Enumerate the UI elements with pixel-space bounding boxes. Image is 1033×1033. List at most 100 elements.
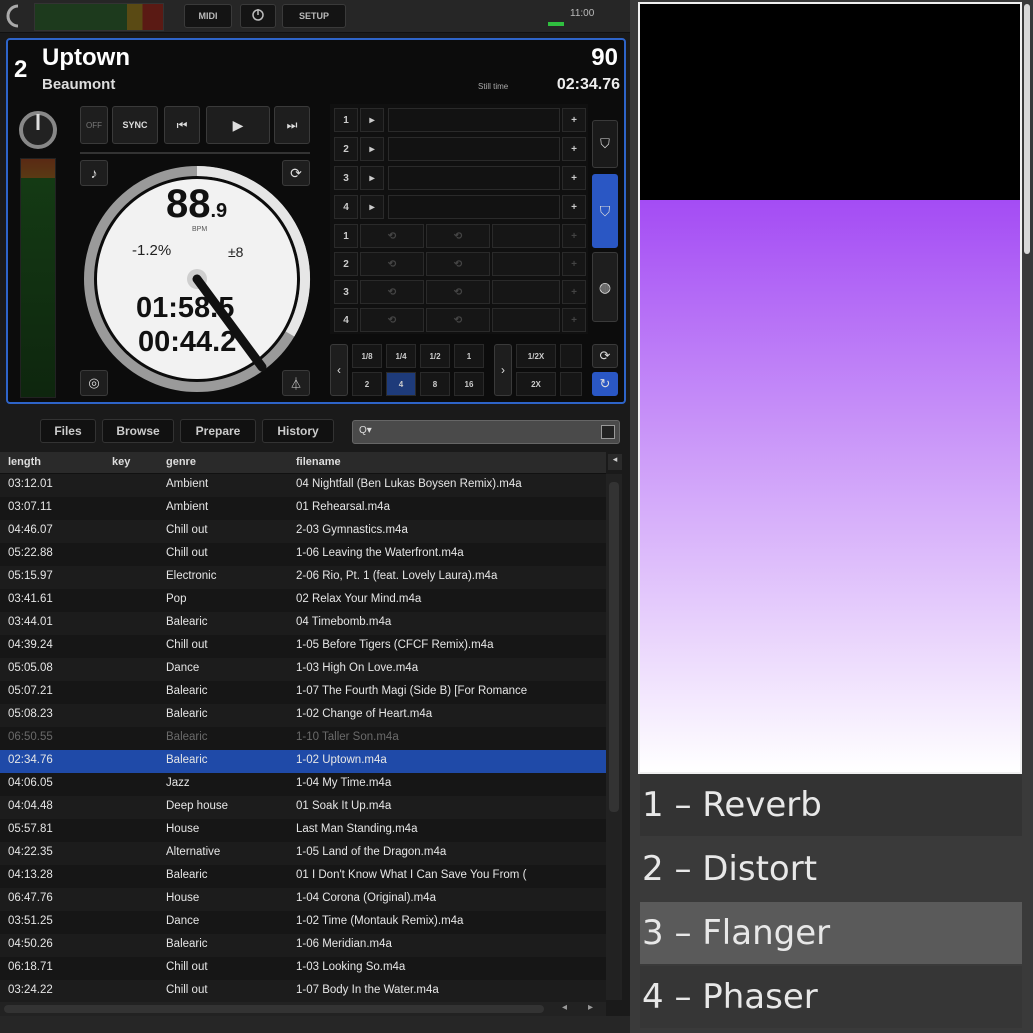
midi-button[interactable]: MIDI (184, 4, 232, 28)
cue-slot[interactable] (388, 137, 560, 161)
effect-item-phaser[interactable]: 4 – Phaser (640, 966, 1022, 1028)
effect-item-flanger[interactable]: 3 – Flanger (640, 902, 1022, 964)
previous-button[interactable]: ⏮ (164, 106, 200, 144)
table-row[interactable]: 04:06.05 Jazz 1-04 My Time.m4a (0, 773, 606, 796)
cue-pad-number[interactable]: 3 (334, 166, 358, 190)
loop-size-button[interactable]: 1/8 (352, 344, 382, 368)
loop-slot-add[interactable]: + (562, 308, 586, 332)
next-button[interactable]: ⏭ (274, 106, 310, 144)
loop-pad-number[interactable]: 3 (334, 280, 358, 304)
cue-slot[interactable] (388, 108, 560, 132)
loop-slot-out[interactable]: ⟲ (426, 252, 490, 276)
column-length[interactable]: length (8, 456, 41, 468)
loop-double-speed[interactable]: 2X (516, 372, 556, 396)
table-row[interactable]: 04:46.07 Chill out 2-03 Gymnastics.m4a (0, 520, 606, 543)
table-row[interactable]: 06:47.76 House 1-04 Corona (Original).m4a (0, 888, 606, 911)
column-key[interactable]: key (112, 456, 130, 468)
cue-play-button[interactable]: ▸ (360, 166, 384, 190)
loop-size-button[interactable]: 1/4 (386, 344, 416, 368)
table-row[interactable]: 05:05.08 Dance 1-03 High On Love.m4a (0, 658, 606, 681)
cue-slot[interactable] (388, 195, 560, 219)
loop-slot-add[interactable]: + (562, 224, 586, 248)
column-genre[interactable]: genre (166, 456, 196, 468)
loop-slot-in[interactable]: ⟲ (360, 252, 424, 276)
loop-active-button[interactable]: ↻ (592, 372, 618, 396)
loop-pad-number[interactable]: 4 (334, 308, 358, 332)
loop-size-button[interactable]: 16 (454, 372, 484, 396)
add-cue-button[interactable]: + (562, 137, 586, 161)
table-row[interactable]: 06:50.55 Balearic 1-10 Taller Son.m4a (0, 727, 606, 750)
table-row[interactable]: 04:50.26 Balearic 1-06 Meridian.m4a (0, 934, 606, 957)
scroll-left-icon[interactable]: ◂ (562, 1002, 567, 1013)
loop-slot-in[interactable]: ⟲ (360, 280, 424, 304)
table-row[interactable]: 03:41.61 Pop 02 Relax Your Mind.m4a (0, 589, 606, 612)
add-cue-button[interactable]: + (562, 108, 586, 132)
loop-pad-number[interactable]: 2 (334, 252, 358, 276)
add-cue-button[interactable]: + (562, 166, 586, 190)
loop-blank-top[interactable] (560, 344, 582, 368)
table-row[interactable]: 04:13.28 Balearic 01 I Don't Know What I C… (0, 865, 606, 888)
effect-color-gradient[interactable] (640, 200, 1020, 772)
loop-half-speed[interactable]: 1/2X (516, 344, 556, 368)
table-row[interactable]: 03:44.01 Balearic 04 Timebomb.m4a (0, 612, 606, 635)
tab-prepare[interactable]: Prepare (180, 419, 256, 443)
table-row[interactable]: 06:18.71 Chill out 1-03 Looking So.m4a (0, 957, 606, 980)
loop-slot-extra[interactable] (492, 252, 560, 276)
loop-size-button[interactable]: 1/2 (420, 344, 450, 368)
table-row[interactable]: 05:57.81 House Last Man Standing.m4a (0, 819, 606, 842)
cue-play-button[interactable]: ▸ (360, 195, 384, 219)
cue-slot[interactable] (388, 166, 560, 190)
table-row[interactable]: 05:08.23 Balearic 1-02 Change of Heart.m4a (0, 704, 606, 727)
tab-browse[interactable]: Browse (102, 419, 174, 443)
search-input[interactable]: Q▾ (352, 420, 620, 444)
loop-slot-extra[interactable] (492, 280, 560, 304)
loop-slot-add[interactable]: + (562, 252, 586, 276)
column-filename[interactable]: filename (296, 456, 341, 468)
reloop-button[interactable]: ⟳ (592, 344, 618, 368)
table-row[interactable]: 05:15.97 Electronic 2-06 Rio, Pt. 1 (feat.… (0, 566, 606, 589)
setup-button[interactable]: SETUP (282, 4, 346, 28)
scroll-right-icon[interactable]: ▸ (588, 1002, 593, 1013)
loop-slot-add[interactable]: + (562, 280, 586, 304)
loop-mode-button[interactable]: ⛉ (592, 174, 618, 248)
cue-play-button[interactable]: ▸ (360, 137, 384, 161)
clear-search-button[interactable] (601, 425, 615, 439)
panel-scrollbar[interactable] (1024, 4, 1030, 254)
table-row[interactable]: 04:39.24 Chill out 1-05 Before Tigers (CFC… (0, 635, 606, 658)
loop-slot-in[interactable]: ⟲ (360, 308, 424, 332)
loop-half-button[interactable]: ‹ (330, 344, 348, 396)
cue-pad-number[interactable]: 2 (334, 137, 358, 161)
sync-button[interactable]: SYNC (112, 106, 158, 144)
loop-slot-in[interactable]: ⟲ (360, 224, 424, 248)
loop-slot-extra[interactable] (492, 224, 560, 248)
loop-size-button[interactable]: 1 (454, 344, 484, 368)
table-row[interactable]: 03:12.01 Ambient 04 Nightfall (Ben Lukas B… (0, 474, 606, 497)
sync-off-button[interactable]: OFF (80, 106, 108, 144)
loop-size-button[interactable]: 4 (386, 372, 416, 396)
column-sort-button[interactable]: ◂ (608, 454, 622, 470)
table-row[interactable]: 05:22.88 Chill out 1-06 Leaving the Waterf… (0, 543, 606, 566)
loop-size-button[interactable]: 8 (420, 372, 450, 396)
gain-knob[interactable] (16, 108, 60, 152)
cue-pad-number[interactable]: 1 (334, 108, 358, 132)
loop-size-button[interactable]: 2 (352, 372, 382, 396)
tab-history[interactable]: History (262, 419, 334, 443)
hscroll-thumb[interactable] (4, 1005, 544, 1013)
table-row[interactable]: 04:22.35 Alternative 1-05 Land of the Drag… (0, 842, 606, 865)
horizontal-scrollbar[interactable]: ◂ ▸ (0, 1002, 606, 1016)
sampler-mode-button[interactable]: ◍ (592, 252, 618, 322)
loop-pad-number[interactable]: 1 (334, 224, 358, 248)
pitch-reset-button[interactable]: ◎ (80, 370, 108, 396)
play-button[interactable]: ▶ (206, 106, 270, 144)
loop-slot-out[interactable]: ⟲ (426, 224, 490, 248)
cue-play-button[interactable]: ▸ (360, 108, 384, 132)
loop-slot-out[interactable]: ⟲ (426, 308, 490, 332)
effect-item-distort[interactable]: 2 – Distort (640, 838, 1022, 900)
loop-double-button[interactable]: › (494, 344, 512, 396)
tempo-button[interactable]: ⏃ (282, 370, 310, 396)
table-row[interactable]: 05:07.21 Balearic 1-07 The Fourth Magi (Si… (0, 681, 606, 704)
loop-slot-extra[interactable] (492, 308, 560, 332)
loop-slot-out[interactable]: ⟲ (426, 280, 490, 304)
cue-pad-number[interactable]: 4 (334, 195, 358, 219)
table-row[interactable]: 03:51.25 Dance 1-02 Time (Montauk Remix).m… (0, 911, 606, 934)
